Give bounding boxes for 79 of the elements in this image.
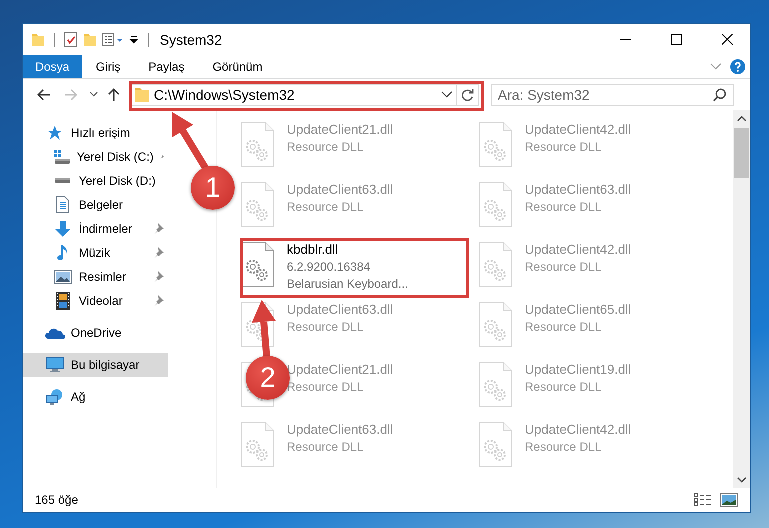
chevron-down-icon	[441, 91, 453, 98]
file-detail: Resource DLL	[525, 259, 603, 275]
file-detail: Resource DLL	[287, 199, 365, 215]
picture-icon	[54, 270, 72, 284]
file-detail: 6.2.9200.16384	[287, 259, 372, 275]
maximize-icon	[670, 34, 682, 45]
item-count: 165 öğe	[35, 493, 80, 507]
file-detail: Resource DLL	[287, 439, 365, 455]
nav-item[interactable]: Bu bilgisayar	[23, 353, 168, 377]
nav-item[interactable]: Müzik	[23, 241, 168, 265]
file-name: UpdateClient63.dll	[287, 182, 394, 198]
file-name: UpdateClient42.dll	[525, 122, 632, 138]
address-bar[interactable]: C:\Windows\System32	[129, 84, 479, 106]
window-title: System32	[160, 32, 224, 48]
scrollbar-thumb[interactable]	[734, 128, 749, 178]
chevron-down-icon[interactable]	[736, 476, 746, 482]
file-detail: Resource DLL	[525, 199, 603, 215]
download-icon	[54, 220, 72, 238]
file-detail: Resource DLL	[287, 319, 365, 335]
ribbon-tab[interactable]: Paylaş	[134, 55, 199, 78]
nav-item[interactable]: Yerel Disk (D:)	[23, 169, 168, 193]
file-name: UpdateClient63.dll	[287, 422, 394, 438]
file-name: kbdblr.dll	[287, 242, 340, 258]
refresh-icon	[460, 88, 474, 102]
nav-item[interactable]: Ağ	[23, 385, 168, 409]
document-icon	[56, 196, 70, 214]
nav-item[interactable]: İndirmeler	[23, 217, 168, 241]
search-icon[interactable]	[713, 88, 727, 102]
cloud-icon	[45, 328, 65, 338]
drive-icon	[53, 150, 71, 164]
chevron-down-icon	[710, 63, 722, 70]
image-icon	[720, 493, 738, 507]
file-detail: Resource DLL	[525, 439, 603, 455]
music-note-icon	[57, 244, 69, 262]
close-icon	[722, 34, 732, 45]
nav-item[interactable]: Belgeler	[23, 193, 168, 217]
checklist-icon[interactable]	[64, 32, 78, 48]
ribbon-tab[interactable]: Görünüm	[198, 55, 277, 78]
folder-icon	[31, 34, 45, 46]
arrow-up-icon	[108, 88, 120, 101]
properties-icon[interactable]	[102, 32, 124, 46]
chevron-down-icon	[90, 92, 98, 97]
caret-icon[interactable]	[129, 34, 139, 44]
arrow	[252, 300, 276, 358]
nav-item[interactable]: Hızlı erişim	[23, 121, 168, 145]
file-name: UpdateClient21.dll	[287, 362, 394, 378]
file-detail: Resource DLL	[525, 379, 603, 395]
nav-item[interactable]: Resimler	[23, 265, 168, 289]
help-icon	[730, 58, 746, 74]
file-menu-button[interactable]: Dosya	[23, 55, 82, 78]
file-detail: Resource DLL	[287, 379, 365, 395]
folder-icon	[134, 88, 150, 102]
arrow-right-icon	[64, 88, 78, 100]
film-icon	[56, 292, 70, 310]
scrollbar[interactable]	[733, 110, 750, 488]
file-name: UpdateClient42.dll	[525, 422, 632, 438]
chevron-up-icon[interactable]	[736, 116, 746, 122]
file-name: UpdateClient65.dll	[525, 302, 632, 318]
file-name: UpdateClient63.dll	[525, 182, 632, 198]
nav-item[interactable]: Videolar	[23, 289, 168, 313]
file-detail: Belarusian Keyboard...	[287, 276, 408, 292]
ribbon-tab[interactable]: Giriş	[82, 55, 135, 78]
arrow-left-icon	[36, 88, 50, 100]
minimize-icon	[620, 39, 630, 40]
monitor-icon	[46, 357, 64, 373]
file-detail: Resource DLL	[287, 139, 365, 155]
network-icon	[46, 388, 64, 406]
nav-item[interactable]: Yerel Disk (C:)	[23, 145, 168, 169]
file-name: UpdateClient21.dll	[287, 122, 394, 138]
file-name: UpdateClient19.dll	[525, 362, 632, 378]
nav-item[interactable]: OneDrive	[23, 321, 168, 345]
file-detail: Resource DLL	[525, 139, 603, 155]
search-box[interactable]: Ara: System32	[491, 84, 734, 106]
star-icon	[47, 125, 63, 141]
file-detail: Resource DLL	[525, 319, 603, 335]
drive-icon	[55, 178, 71, 184]
file-name: UpdateClient42.dll	[525, 242, 632, 258]
details-view-icon	[694, 493, 712, 507]
file-name: UpdateClient63.dll	[287, 302, 394, 318]
